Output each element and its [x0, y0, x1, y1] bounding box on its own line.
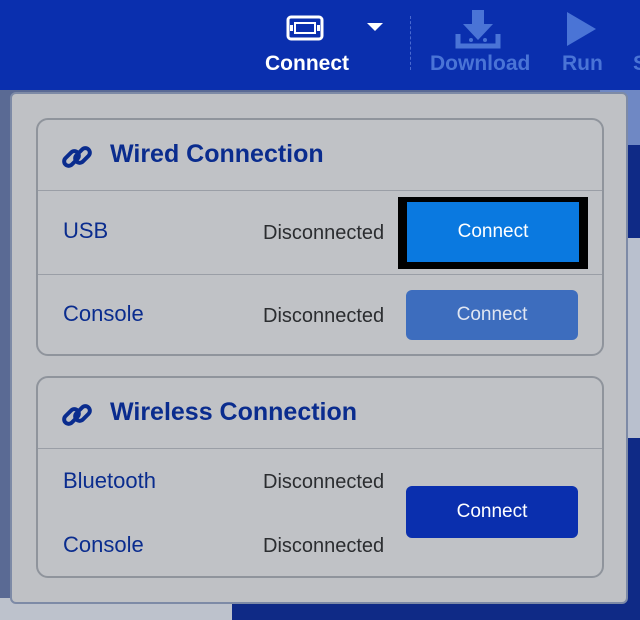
connect-menu-label: Connect	[265, 52, 349, 75]
toolbar-overflow-label: S	[633, 52, 640, 76]
usb-connect-button[interactable]: Connect	[407, 202, 579, 262]
download-button[interactable]: Download	[430, 0, 540, 90]
connect-menu-button[interactable]: Connect	[265, 0, 385, 90]
background-strip	[628, 238, 640, 438]
wireless-card-title: Wireless Connection	[110, 398, 358, 426]
usb-label: USB	[63, 218, 109, 243]
play-icon	[567, 12, 596, 46]
bluetooth-status: Disconnected	[263, 471, 385, 493]
wired-card-header: Wired Connection	[38, 120, 602, 191]
wireless-console-status: Disconnected	[263, 535, 385, 557]
row-divider	[38, 274, 602, 275]
usb-status: Disconnected	[263, 222, 385, 244]
chevron-down-icon[interactable]	[366, 22, 384, 32]
wired-console-connect-button[interactable]: Connect	[406, 290, 578, 340]
toolbar-overflow-item[interactable]: S	[633, 0, 640, 90]
wireless-connection-card: Wireless Connection Bluetooth Disconnect…	[36, 376, 604, 578]
wired-card-title: Wired Connection	[110, 140, 324, 168]
run-button[interactable]: Run	[562, 0, 612, 90]
download-icon	[455, 10, 501, 49]
device-icon	[286, 15, 324, 41]
link-icon	[62, 146, 92, 168]
wired-connection-card: Wired Connection USB Disconnected Connec…	[36, 118, 604, 356]
wireless-connect-button[interactable]: Connect	[406, 486, 578, 538]
wired-console-label: Console	[63, 301, 144, 326]
wireless-card-header: Wireless Connection	[38, 378, 602, 449]
toolbar: Connect Download Run S	[0, 0, 640, 90]
link-icon	[62, 404, 92, 426]
toolbar-divider	[410, 16, 411, 70]
run-label: Run	[562, 52, 603, 75]
bluetooth-label: Bluetooth	[63, 468, 156, 493]
connection-panel: Wired Connection USB Disconnected Connec…	[10, 92, 628, 604]
wireless-console-label: Console	[63, 532, 144, 557]
wired-console-status: Disconnected	[263, 305, 385, 327]
download-label: Download	[430, 52, 531, 75]
